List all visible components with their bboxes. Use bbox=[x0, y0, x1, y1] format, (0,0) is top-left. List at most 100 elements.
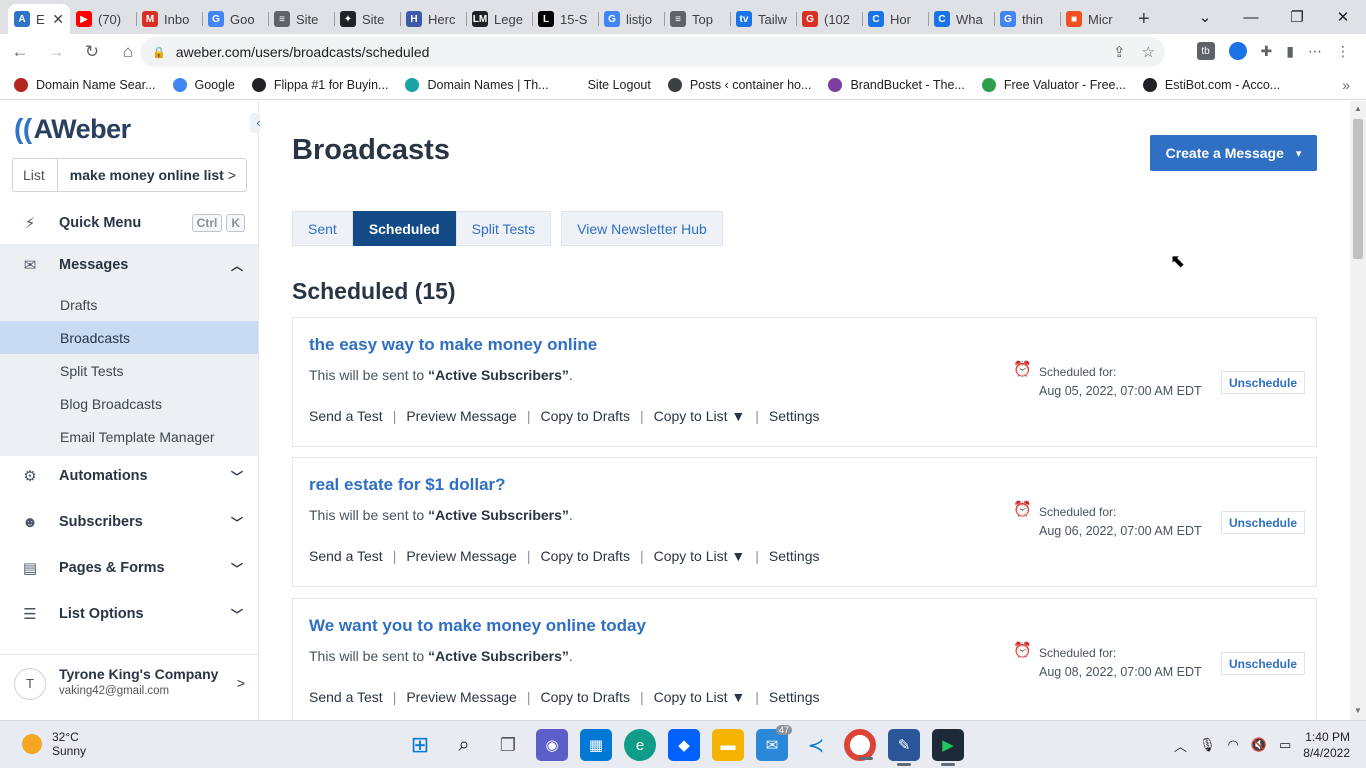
broadcast-subject-link[interactable]: the easy way to make money online bbox=[309, 335, 597, 355]
browser-tab[interactable]: G (102 bbox=[796, 4, 862, 34]
nav-messages[interactable]: ✉ Messages ︿ bbox=[0, 244, 258, 286]
broadcast-subject-link[interactable]: real estate for $1 dollar? bbox=[309, 475, 506, 495]
settings-link[interactable]: Settings bbox=[769, 408, 820, 424]
maximize-button[interactable]: ❐ bbox=[1274, 8, 1320, 26]
preview-message-link[interactable]: Preview Message bbox=[406, 689, 517, 705]
nav-split-tests[interactable]: Split Tests bbox=[0, 354, 258, 387]
search-icon[interactable]: ⌕ bbox=[448, 729, 480, 761]
lock-icon[interactable]: 🔒 bbox=[152, 46, 166, 59]
unschedule-button[interactable]: Unschedule bbox=[1221, 371, 1306, 394]
reload-icon[interactable]: ↻ bbox=[76, 42, 108, 62]
nav-automations[interactable]: ⚙ Automations ﹀ bbox=[0, 455, 258, 497]
tab-sent[interactable]: Sent bbox=[292, 211, 353, 246]
tab-split-tests[interactable]: Split Tests bbox=[455, 211, 552, 246]
scrollbar-thumb[interactable] bbox=[1353, 119, 1363, 259]
microphone-icon[interactable]: 🎙 bbox=[1199, 737, 1216, 753]
scroll-down-icon[interactable]: ▼ bbox=[1354, 706, 1362, 715]
volume-muted-icon[interactable]: 🔇 bbox=[1251, 737, 1267, 753]
nav-drafts[interactable]: Drafts bbox=[0, 288, 258, 321]
scroll-up-icon[interactable]: ▲ bbox=[1354, 104, 1362, 113]
bookmark-item[interactable]: Domain Name Sear... bbox=[14, 77, 156, 92]
bookmark-item[interactable]: Site Logout bbox=[565, 77, 651, 92]
send-test-link[interactable]: Send a Test bbox=[309, 548, 383, 564]
weather-widget[interactable]: 32°C Sunny bbox=[22, 730, 86, 758]
side-panel-icon[interactable]: ▮ bbox=[1286, 43, 1294, 60]
dropbox-icon[interactable]: ◆ bbox=[668, 729, 700, 761]
share-icon[interactable]: ⇪ bbox=[1113, 43, 1126, 61]
copy-to-list-dropdown[interactable]: Copy to List ▼ bbox=[654, 408, 746, 424]
copy-to-drafts-link[interactable]: Copy to Drafts bbox=[540, 689, 629, 705]
edge-icon[interactable]: e bbox=[624, 729, 656, 761]
browser-tab[interactable]: Glistjo bbox=[598, 4, 664, 34]
minimize-button[interactable]: — bbox=[1228, 9, 1274, 26]
browser-tab[interactable]: M Inbo bbox=[136, 4, 202, 34]
send-test-link[interactable]: Send a Test bbox=[309, 689, 383, 705]
close-window-button[interactable]: ✕ bbox=[1320, 8, 1366, 26]
windows-start-icon[interactable]: ⊞ bbox=[404, 729, 436, 761]
page-scrollbar[interactable]: ▲ ▼ bbox=[1350, 101, 1366, 720]
create-message-button[interactable]: Create a Message ▾ bbox=[1150, 135, 1317, 171]
store-icon[interactable]: ▦ bbox=[580, 729, 612, 761]
browser-tab[interactable]: ≡ Top bbox=[664, 4, 730, 34]
extension-tb-icon[interactable]: tb bbox=[1196, 42, 1215, 60]
browser-tab[interactable]: ✦ Site bbox=[334, 4, 400, 34]
browser-tab[interactable]: ■ Micr bbox=[1060, 4, 1126, 34]
settings-link[interactable]: Settings bbox=[769, 548, 820, 564]
unschedule-button[interactable]: Unschedule bbox=[1221, 511, 1306, 534]
extensions-puzzle-icon[interactable]: ✚ bbox=[1261, 43, 1273, 60]
broadcast-subject-link[interactable]: We want you to make money online today bbox=[309, 616, 646, 636]
send-test-link[interactable]: Send a Test bbox=[309, 408, 383, 424]
browser-tab[interactable]: C Hor bbox=[862, 4, 928, 34]
chrome-icon[interactable] bbox=[844, 729, 876, 761]
copy-to-list-dropdown[interactable]: Copy to List ▼ bbox=[654, 689, 746, 705]
bookmark-item[interactable]: BrandBucket - The... bbox=[828, 77, 965, 92]
unschedule-button[interactable]: Unschedule bbox=[1221, 652, 1306, 675]
copy-to-drafts-link[interactable]: Copy to Drafts bbox=[540, 548, 629, 564]
view-newsletter-hub-button[interactable]: View Newsletter Hub bbox=[561, 211, 723, 246]
browser-tab[interactable]: ▶ (70) bbox=[70, 4, 136, 34]
close-tab-icon[interactable]: ✕ bbox=[52, 11, 64, 28]
extension-tailwind-icon[interactable] bbox=[1228, 42, 1247, 60]
teams-chat-icon[interactable]: ◉ bbox=[536, 729, 568, 761]
browser-tab[interactable]: ≡ Site bbox=[268, 4, 334, 34]
preview-message-link[interactable]: Preview Message bbox=[406, 548, 517, 564]
bookmark-item[interactable]: Google bbox=[172, 77, 235, 92]
aweber-logo[interactable]: (( AWeber bbox=[14, 113, 131, 145]
address-bar[interactable]: 🔒 aweber.com/users/broadcasts/scheduled … bbox=[140, 37, 1165, 67]
filmora-icon[interactable]: ▶ bbox=[932, 729, 964, 766]
chrome-menu-icon[interactable]: ⋮ bbox=[1336, 43, 1350, 60]
settings-link[interactable]: Settings bbox=[769, 689, 820, 705]
browser-tab[interactable]: G Goo bbox=[202, 4, 268, 34]
browser-tab[interactable]: tv Tailw bbox=[730, 4, 796, 34]
new-tab-button[interactable]: + bbox=[1126, 4, 1162, 34]
browser-tab[interactable]: L 15-S bbox=[532, 4, 598, 34]
profile-icon[interactable]: ⋯ bbox=[1308, 43, 1322, 60]
nav-email-template-manager[interactable]: Email Template Manager bbox=[0, 420, 258, 453]
list-selector[interactable]: List make money online list > bbox=[12, 158, 247, 192]
nav-list-options[interactable]: ☰ List Options ﹀ bbox=[0, 593, 258, 635]
nav-quick-menu[interactable]: ⚡ Quick Menu Ctrl K bbox=[0, 202, 258, 244]
browser-tab[interactable]: C Wha bbox=[928, 4, 994, 34]
copy-to-list-dropdown[interactable]: Copy to List ▼ bbox=[654, 548, 746, 564]
clock[interactable]: 1:40 PM 8/4/2022 bbox=[1303, 729, 1350, 761]
bookmark-item[interactable]: Posts ‹ container ho... bbox=[667, 77, 811, 92]
browser-tab[interactable]: H Herc bbox=[400, 4, 466, 34]
nav-pages-forms[interactable]: ▤ Pages & Forms ﹀ bbox=[0, 547, 258, 589]
copy-to-drafts-link[interactable]: Copy to Drafts bbox=[540, 408, 629, 424]
preview-message-link[interactable]: Preview Message bbox=[406, 408, 517, 424]
bookmarks-overflow-icon[interactable]: » bbox=[1342, 77, 1350, 93]
editor-icon[interactable]: ✎ bbox=[888, 729, 920, 766]
forward-icon[interactable]: → bbox=[40, 42, 72, 62]
file-explorer-icon[interactable]: ▬ bbox=[712, 729, 744, 761]
bookmark-item[interactable]: Flippa #1 for Buyin... bbox=[251, 77, 388, 92]
bookmark-item[interactable]: EstiBot.com - Acco... bbox=[1142, 77, 1280, 92]
bookmark-star-icon[interactable]: ☆ bbox=[1142, 43, 1155, 61]
vscode-icon[interactable]: ≺ bbox=[800, 729, 832, 761]
bookmark-item[interactable]: Free Valuator - Free... bbox=[981, 77, 1126, 92]
wifi-icon[interactable]: ◠ bbox=[1227, 737, 1238, 753]
task-view-icon[interactable]: ❐ bbox=[492, 729, 524, 761]
browser-tab[interactable]: A E ✕ bbox=[8, 4, 70, 34]
nav-blog-broadcasts[interactable]: Blog Broadcasts bbox=[0, 387, 258, 420]
nav-subscribers[interactable]: ☻ Subscribers ﹀ bbox=[0, 501, 258, 543]
chevron-up-icon[interactable]: ︿ bbox=[1174, 736, 1187, 755]
